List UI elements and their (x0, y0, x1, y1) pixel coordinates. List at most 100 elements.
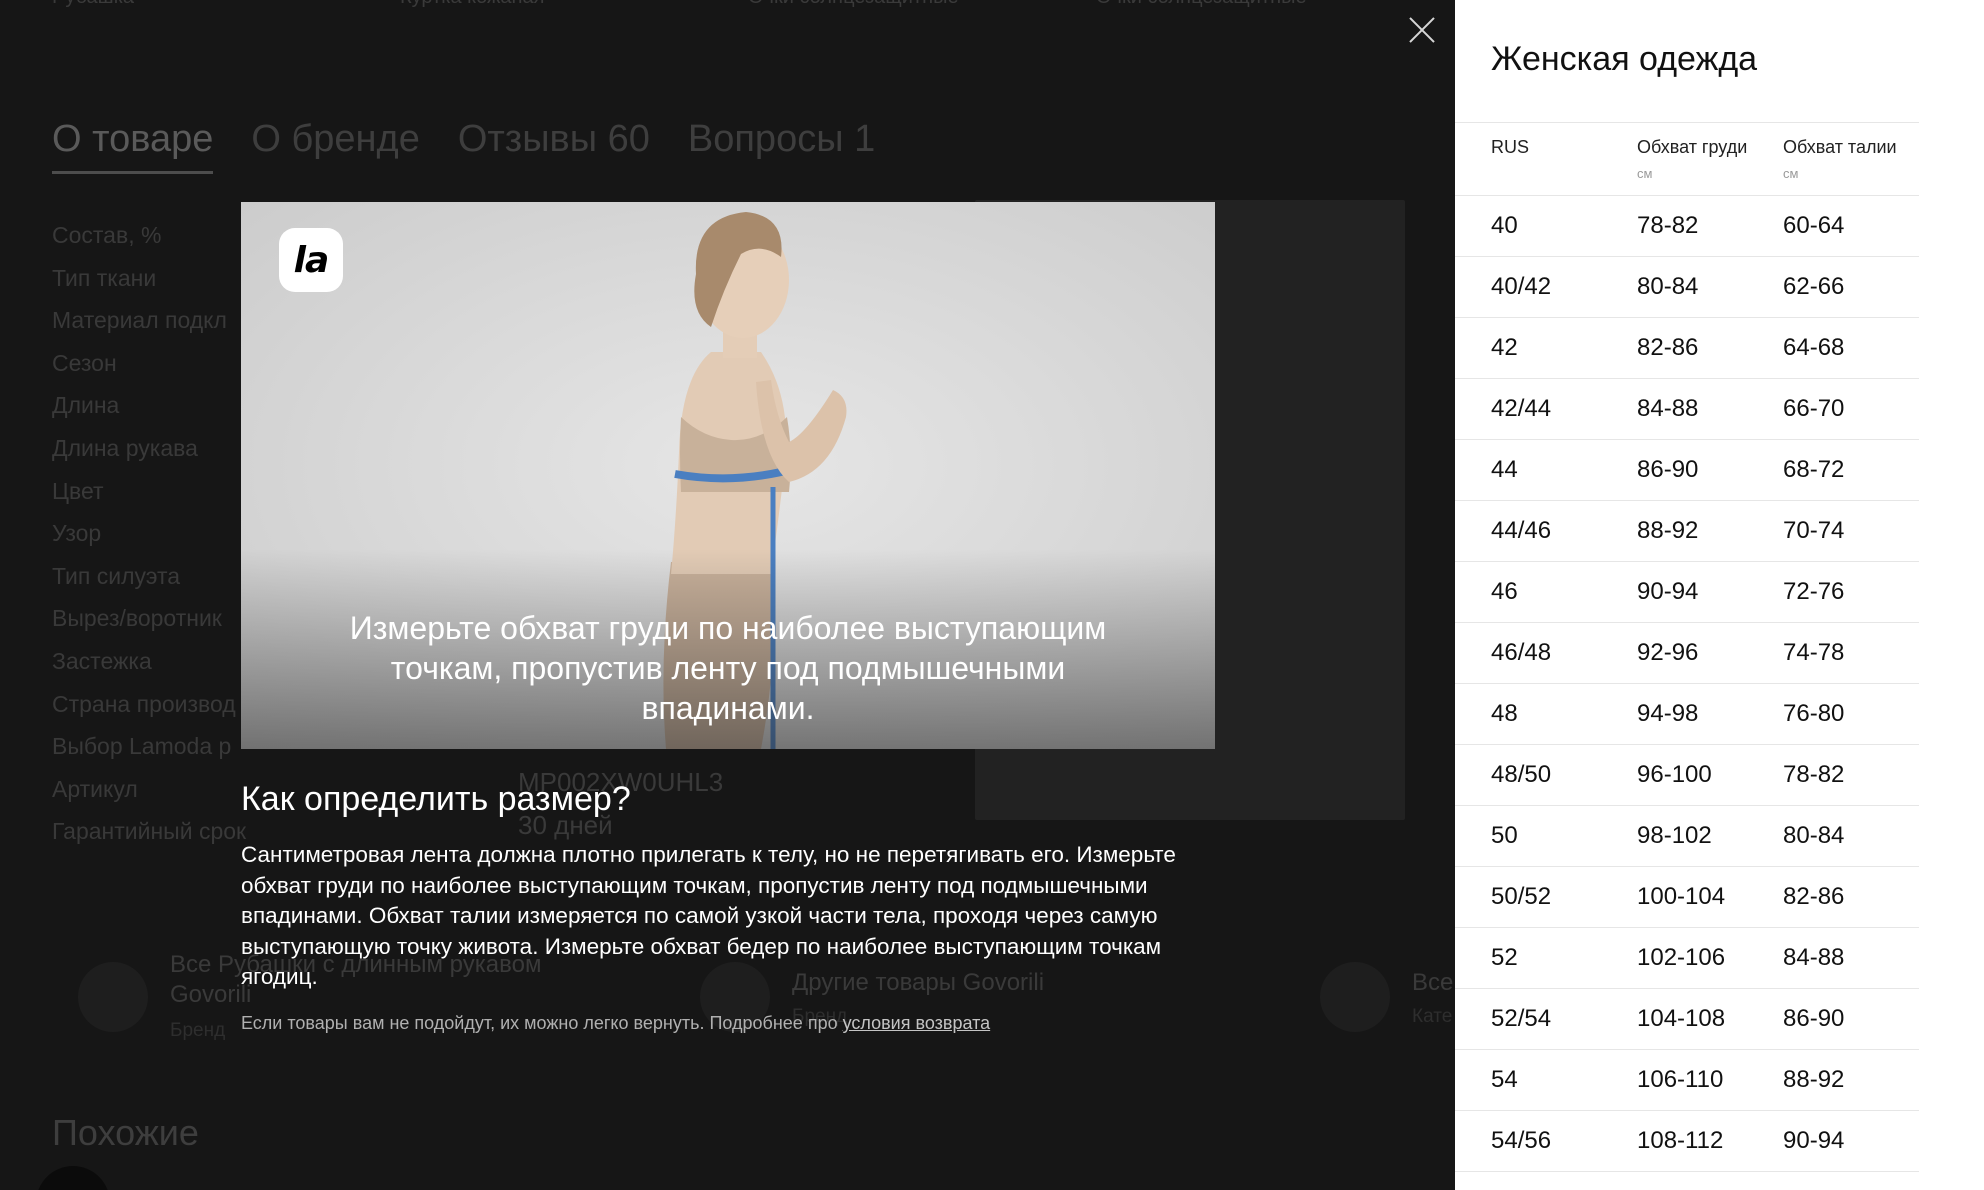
card-title[interactable]: Все (1412, 968, 1453, 998)
table-cell: 52/54 (1491, 1005, 1552, 1032)
property-label: Материал подкл (52, 307, 227, 334)
table-row: 40 78-82 60-64 (1455, 196, 1919, 257)
table-row: 44 86-90 68-72 (1455, 440, 1919, 501)
table-cell: 52 (1491, 944, 1518, 971)
table-cell: 54/56 (1491, 1127, 1552, 1154)
table-row: 48/50 96-100 78-82 (1455, 745, 1919, 806)
property-label: Состав, % (52, 222, 162, 248)
table-cell: 106-110 (1637, 1066, 1724, 1093)
table-cell: 94-98 (1637, 700, 1699, 727)
table-cell: 102-106 (1637, 944, 1726, 971)
instruction-video[interactable]: la Измерьте обхват груди по наиболее выс… (241, 202, 1215, 749)
table-cell: 70-74 (1783, 517, 1845, 544)
size-table-panel: Женская одежда RUS Обхват груди см Обхват… (1455, 0, 1984, 1190)
table-cell: 46 (1491, 578, 1518, 605)
table-cell: 96-100 (1637, 761, 1712, 788)
table-row: 46/48 92-96 74-78 (1455, 623, 1919, 684)
property-label: Вырез/воротник (52, 605, 222, 632)
table-row: 54 106-110 88-92 (1455, 1050, 1919, 1111)
table-cell: 68-72 (1783, 456, 1845, 483)
product-tabs: О товаре О бренде Отзывы 60 Вопросы 1 (52, 118, 875, 174)
table-cell: 50 (1491, 822, 1518, 849)
table-cell: 60-64 (1783, 212, 1845, 239)
table-cell: 86-90 (1783, 1005, 1845, 1032)
top-item: Рубашка (52, 0, 134, 9)
top-item: Куртка кожаная (400, 0, 545, 9)
tab-questions[interactable]: Вопросы 1 (688, 118, 875, 174)
table-cell: 40/42 (1491, 273, 1552, 300)
video-caption: Измерьте обхват груди по наиболее выступ… (349, 610, 1107, 726)
property-label: Длина рукава (52, 434, 198, 461)
table-row: 42 82-86 64-68 (1455, 318, 1919, 379)
table-cell: 46/48 (1491, 639, 1552, 666)
panel-title: Женская одежда (1491, 40, 1758, 78)
table-cell: 82-86 (1783, 883, 1845, 910)
footer-text: Если товары вам не подойдут, их можно ле… (241, 1013, 838, 1033)
table-row: 50/52 100-104 82-86 (1455, 867, 1919, 928)
table-row: 48 94-98 76-80 (1455, 684, 1919, 745)
column-header: Обхват груди см (1637, 137, 1748, 181)
category-thumb (1320, 962, 1390, 1032)
table-row: 46 90-94 72-76 (1455, 562, 1919, 623)
close-icon[interactable] (1408, 16, 1436, 44)
similar-title: Похожие (52, 1112, 199, 1153)
modal-title: Как определить размер? (241, 780, 631, 818)
tag-icon (78, 962, 148, 1032)
card-sub: Кате (1412, 1006, 1453, 1027)
top-item: Очки солнцезащитные (748, 0, 959, 9)
property-label: Гарантийный срок (52, 818, 247, 845)
unit-label: см (1637, 166, 1653, 181)
tab-about-product[interactable]: О товаре (52, 118, 214, 174)
table-cell: 48 (1491, 700, 1518, 727)
table-cell: 48/50 (1491, 761, 1552, 788)
table-cell: 92-96 (1637, 639, 1699, 666)
table-cell: 90-94 (1783, 1127, 1845, 1154)
table-cell: 80-84 (1783, 822, 1845, 849)
table-cell: 74-78 (1783, 639, 1845, 666)
table-row: 54/56 108-112 90-94 (1455, 1111, 1919, 1172)
table-cell: 76-80 (1783, 700, 1845, 727)
table-cell: 80-84 (1637, 273, 1699, 300)
tab-about-brand[interactable]: О бренде (251, 118, 419, 174)
table-cell: 42/44 (1491, 395, 1552, 422)
table-cell: 72-76 (1783, 578, 1845, 605)
table-cell: 66-70 (1783, 395, 1845, 422)
modal-body: Сантиметровая лента должна плотно прилег… (241, 842, 1176, 989)
table-row: 42/44 84-88 66-70 (1455, 379, 1919, 440)
table-row: 52/54 104-108 86-90 (1455, 989, 1919, 1050)
property-label: Застежка (52, 647, 152, 674)
property-list: Состав, % Тип ткани Материал подкл Сезон… (52, 214, 246, 853)
table-cell: 44/46 (1491, 517, 1552, 544)
property-label: Страна производ (52, 690, 236, 717)
table-cell: 88-92 (1637, 517, 1699, 544)
table-row: 40/42 80-84 62-66 (1455, 257, 1919, 318)
property-label: Цвет (52, 477, 104, 504)
table-header: RUS Обхват груди см Обхват талии см (1455, 122, 1919, 196)
table-cell: 88-92 (1783, 1066, 1845, 1093)
table-cell: 78-82 (1637, 212, 1699, 239)
table-cell: 100-104 (1637, 883, 1726, 910)
property-label: Выбор Lamoda p (52, 733, 232, 760)
modal-footer: Если товары вам не подойдут, их можно ле… (241, 1013, 990, 1034)
lamoda-logo-badge: la (279, 228, 343, 292)
table-row: 52 102-106 84-88 (1455, 928, 1919, 989)
size-table: RUS Обхват груди см Обхват талии см 40 78-8… (1455, 122, 1919, 1172)
chat-button[interactable] (36, 1166, 110, 1190)
property-label: Тип ткани (52, 264, 157, 291)
table-cell: 54 (1491, 1066, 1518, 1093)
unit-label: см (1783, 166, 1799, 181)
property-label: Сезон (52, 349, 117, 376)
table-cell: 104-108 (1637, 1005, 1726, 1032)
property-label: Артикул (52, 775, 138, 802)
return-policy-link[interactable]: условия возврата (843, 1013, 991, 1033)
table-cell: 42 (1491, 334, 1518, 361)
table-cell: 98-102 (1637, 822, 1712, 849)
column-header: Обхват талии см (1783, 137, 1897, 181)
tab-reviews[interactable]: Отзывы 60 (458, 118, 650, 174)
table-cell: 40 (1491, 212, 1518, 239)
property-label: Узор (52, 520, 102, 547)
card-sub: Бренд (170, 1020, 226, 1041)
table-cell: 78-82 (1783, 761, 1845, 788)
top-item: Очки солнцезащитные (1096, 0, 1307, 9)
table-cell: 82-86 (1637, 334, 1699, 361)
